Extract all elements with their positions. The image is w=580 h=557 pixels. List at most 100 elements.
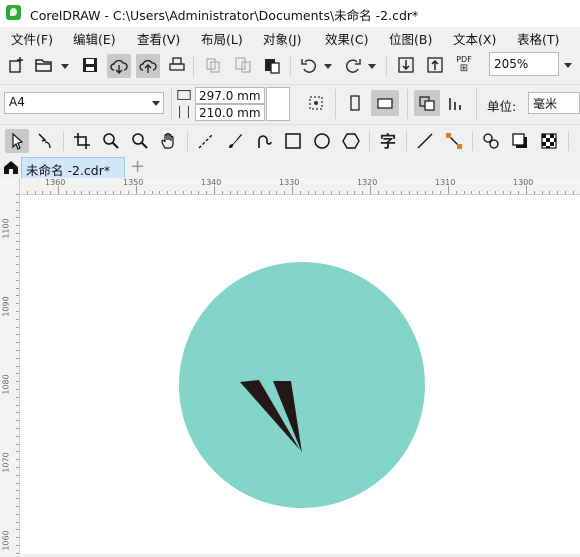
vertical-ruler-tick [16, 334, 19, 335]
tab-document[interactable]: 未命名 -2.cdr* [21, 157, 125, 178]
page-size-select[interactable]: A4 [4, 92, 164, 114]
menu-view[interactable]: 查看(V) [137, 29, 180, 48]
horizontal-ruler-tick [315, 191, 316, 194]
vertical-ruler-label: 1060 [1, 530, 11, 551]
undo-dropdown-chevron-icon[interactable] [324, 64, 332, 69]
horizontal-ruler-tick [27, 191, 28, 194]
horizontal-ruler-tick [354, 191, 355, 194]
horizontal-ruler-tick [308, 191, 309, 194]
all-pages-icon[interactable] [306, 93, 326, 113]
menu-layout[interactable]: 布局(L) [201, 29, 243, 48]
redo-dropdown-chevron-icon[interactable] [368, 64, 376, 69]
crop-tool-icon[interactable] [72, 131, 92, 151]
landscape-icon[interactable] [371, 90, 399, 116]
vertical-ruler-tick [16, 459, 19, 460]
ellipse-tool-icon[interactable] [312, 131, 332, 151]
clipboard-icon[interactable] [262, 55, 282, 75]
horizontal-ruler-tick [284, 191, 285, 194]
horizontal-ruler-tick [167, 191, 168, 194]
rectangle-tool-icon[interactable] [283, 131, 303, 151]
pan-tool-icon[interactable] [159, 131, 179, 151]
document-tab-bar: 未命名 -2.cdr* + [0, 156, 580, 179]
horizontal-ruler-tick [136, 186, 137, 194]
horizontal-ruler-tick [409, 191, 410, 194]
vertical-ruler-tick [16, 241, 19, 242]
pdf-icon[interactable]: PDF ⊞ [454, 54, 474, 74]
cloud-download-icon[interactable] [107, 54, 131, 78]
page-width-field[interactable]: 297.0 mm [195, 87, 265, 104]
menu-bitmaps[interactable]: 位图(B) [389, 29, 432, 48]
polygon-tool-icon[interactable] [341, 131, 361, 151]
horizontal-ruler-tick [417, 191, 418, 194]
zoom-level-field[interactable]: 205% [489, 52, 559, 76]
redo-icon[interactable] [343, 55, 363, 75]
horizontal-ruler-tick [183, 191, 184, 194]
vertical-ruler[interactable]: 1100 1090 1080 1070 1060 [0, 178, 20, 554]
portrait-icon[interactable] [345, 93, 365, 113]
units-select[interactable]: 毫米 [528, 92, 580, 114]
artistic-media-tool-icon[interactable] [225, 131, 245, 151]
page-height-field[interactable]: 210.0 mm [195, 104, 265, 121]
current-page-icon[interactable] [414, 90, 440, 116]
vertical-ruler-tick [16, 514, 19, 515]
open-icon[interactable] [34, 55, 54, 75]
horizontal-ruler-label: 1320 [357, 178, 378, 187]
vertical-ruler-tick [16, 420, 19, 421]
vertical-ruler-label: 1100 [1, 218, 11, 239]
cloud-upload-icon[interactable] [136, 54, 160, 78]
page-size-chevron-icon[interactable] [152, 101, 160, 106]
vertical-ruler-tick [16, 506, 19, 507]
teal-circle[interactable] [179, 262, 425, 508]
menu-edit[interactable]: 编辑(E) [73, 29, 116, 48]
copy-disabled-icon[interactable] [203, 55, 223, 75]
horizontal-ruler-tick [206, 191, 207, 194]
vertical-ruler-tick [16, 436, 19, 437]
transparency-tool-icon[interactable] [539, 131, 559, 151]
horizontal-ruler-tick [97, 191, 98, 194]
vertical-ruler-tick [16, 397, 19, 398]
drop-shadow-tool-icon[interactable] [510, 131, 530, 151]
save-icon[interactable] [80, 55, 100, 75]
dimension-tool-icon[interactable] [415, 131, 435, 151]
paste-disabled-icon[interactable] [233, 55, 253, 75]
drawing-canvas[interactable] [20, 195, 580, 554]
vertical-ruler-tick [16, 412, 19, 413]
page-layout-icon[interactable] [446, 93, 466, 113]
size-spinner[interactable] [266, 87, 290, 121]
new-tab-plus-icon[interactable]: + [130, 156, 145, 177]
open-dropdown-chevron-icon[interactable] [61, 64, 69, 69]
zoom-dropdown-chevron-icon[interactable] [564, 63, 572, 68]
vertical-ruler-tick [16, 327, 19, 328]
horizontal-ruler[interactable]: 1360 1350 1340 1330 1320 1310 1300 [19, 178, 580, 195]
vertical-ruler-tick [16, 210, 19, 211]
zoom-tool-icon[interactable] [101, 131, 121, 151]
menu-object[interactable]: 对象(J) [263, 29, 301, 48]
menu-table[interactable]: 表格(T) [517, 29, 559, 48]
print-icon[interactable] [167, 55, 187, 75]
connector-tool-icon[interactable] [444, 131, 464, 151]
horizontal-ruler-tick [456, 191, 457, 194]
spiral-tool-icon[interactable] [254, 131, 274, 151]
import-icon[interactable] [396, 55, 416, 75]
export-icon[interactable] [425, 55, 445, 75]
vertical-ruler-tick [16, 233, 19, 234]
home-icon[interactable] [1, 157, 21, 177]
zoom-out-tool-icon[interactable] [130, 131, 150, 151]
freehand-tool-icon[interactable] [196, 131, 216, 151]
horizontal-ruler-tick [526, 186, 527, 194]
new-document-icon[interactable] [6, 55, 26, 75]
pick-tool-icon[interactable] [5, 129, 29, 153]
menu-effects[interactable]: 效果(C) [325, 29, 368, 48]
menu-file[interactable]: 文件(F) [11, 29, 53, 48]
horizontal-ruler-tick [378, 191, 379, 194]
undo-icon[interactable] [299, 55, 319, 75]
text-tool-icon[interactable]: 字 [378, 130, 398, 151]
shape-tool-icon[interactable] [35, 131, 55, 151]
blend-tool-icon[interactable] [481, 131, 501, 151]
coreldraw-logo-icon [6, 5, 21, 20]
horizontal-ruler-tick [152, 191, 153, 194]
vertical-ruler-tick [16, 490, 19, 491]
standard-toolbar: PDF ⊞ 205% [0, 49, 580, 82]
horizontal-ruler-label: 1350 [123, 178, 144, 187]
menu-text[interactable]: 文本(X) [453, 29, 496, 48]
